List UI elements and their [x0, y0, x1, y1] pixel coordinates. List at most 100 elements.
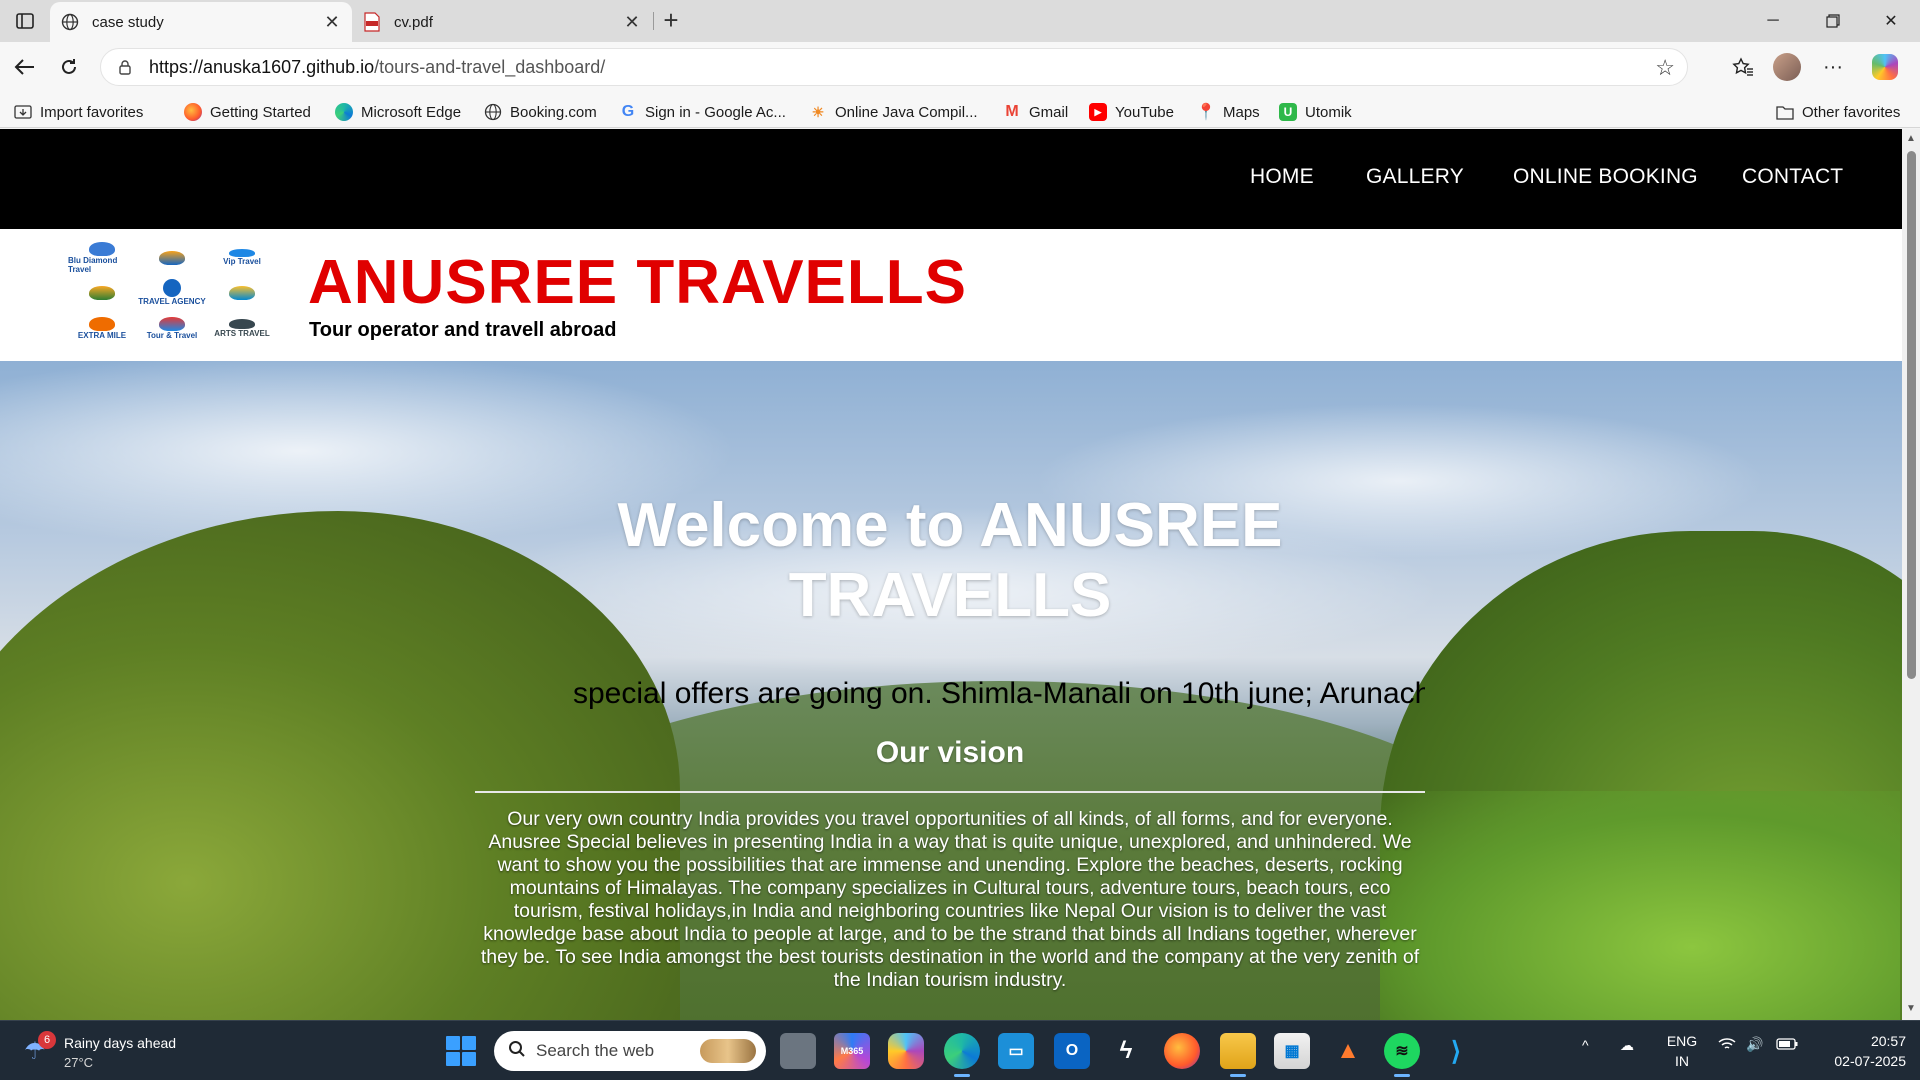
- fav-utomik[interactable]: U Utomik: [1279, 101, 1352, 123]
- back-arrow-icon: [14, 59, 34, 75]
- fav-label: Gmail: [1029, 103, 1069, 121]
- outlook-icon[interactable]: O: [1054, 1033, 1090, 1069]
- minimize-button[interactable]: ─: [1744, 0, 1802, 42]
- wifi-icon[interactable]: [1718, 1037, 1736, 1054]
- favorites-bar: Import favorites Getting Started Microso…: [0, 94, 1920, 128]
- favorite-star-icon[interactable]: ☆: [1655, 55, 1675, 81]
- meadow: [1380, 791, 1900, 1020]
- logo-travel-agency: TRAVEL AGENCY: [138, 276, 206, 309]
- clock-date: 02-07-2025: [1834, 1053, 1906, 1069]
- language-code: ENG: [1666, 1033, 1698, 1049]
- nav-home-link[interactable]: HOME: [1250, 165, 1314, 189]
- fav-import-favorites[interactable]: Import favorites: [14, 101, 143, 123]
- fav-gmail[interactable]: M Gmail: [1003, 101, 1068, 123]
- file-explorer-icon[interactable]: [1220, 1033, 1256, 1077]
- hero-section: Welcome to ANUSREE TRAVELLS special offe…: [0, 361, 1902, 1020]
- fav-other-favorites[interactable]: Other favorites: [1776, 101, 1900, 123]
- m365-icon[interactable]: M365: [834, 1033, 870, 1069]
- system-clock[interactable]: 20:57 02-07-2025: [1810, 1031, 1906, 1071]
- tab-cv-pdf[interactable]: cv.pdf ✕: [352, 2, 652, 42]
- tab-title: case study: [92, 13, 164, 31]
- remote-desktop-icon[interactable]: ▭: [998, 1033, 1034, 1069]
- site-navbar: HOME GALLERY ONLINE BOOKING CONTACT: [0, 129, 1902, 229]
- microsoft-store-icon[interactable]: ▦: [1274, 1033, 1310, 1069]
- fav-label: Maps: [1223, 103, 1260, 121]
- tab-title: cv.pdf: [394, 13, 433, 31]
- logo-sunset-beach: [138, 241, 206, 274]
- windows-taskbar: ☂ 6 Rainy days ahead 27°C Search the web…: [0, 1020, 1920, 1080]
- refresh-button[interactable]: [54, 52, 84, 82]
- fav-getting-started[interactable]: Getting Started: [184, 101, 311, 123]
- travel-logos-collage: Blu Diamond Travel Vip Travel TRAVEL AGE…: [68, 241, 276, 345]
- page-scrollbar[interactable]: ▲ ▼: [1902, 129, 1920, 1020]
- spotify-icon[interactable]: ≋: [1384, 1033, 1420, 1077]
- onedrive-icon[interactable]: ☁: [1620, 1037, 1634, 1054]
- folder-icon: [1776, 103, 1794, 121]
- scroll-up-icon[interactable]: ▲: [1905, 133, 1917, 145]
- firefox-app-icon[interactable]: [1164, 1033, 1200, 1069]
- restore-button[interactable]: [1804, 0, 1862, 42]
- url-path: /tours-and-travel_dashboard/: [374, 56, 606, 77]
- tab-case-study[interactable]: case study ✕: [50, 2, 352, 42]
- refresh-icon: [62, 59, 76, 74]
- nav-gallery-link[interactable]: GALLERY: [1366, 165, 1464, 189]
- close-tab-icon[interactable]: ✕: [322, 12, 342, 33]
- firefox-icon: [184, 103, 202, 121]
- avatar: [1773, 53, 1801, 81]
- vscode-icon[interactable]: ⟩: [1438, 1033, 1474, 1069]
- copilot-icon: [1872, 54, 1898, 80]
- copilot-button[interactable]: [1870, 52, 1900, 82]
- battery-icon[interactable]: [1776, 1037, 1798, 1053]
- fav-label: Online Java Compil...: [835, 103, 978, 121]
- show-hidden-icons-chevron-icon[interactable]: ^: [1582, 1037, 1589, 1053]
- offers-marquee: special offers are going on. Shimla-Mana…: [573, 673, 1425, 713]
- cursor-app-icon[interactable]: ϟ: [1108, 1033, 1144, 1069]
- edge-app-icon[interactable]: [944, 1033, 980, 1077]
- address-bar[interactable]: https://anuska1607.github.io/tours-and-t…: [100, 48, 1688, 86]
- taskbar-search[interactable]: Search the web: [494, 1031, 766, 1071]
- fav-maps[interactable]: 📍 Maps: [1196, 101, 1260, 123]
- nav-online-booking-link[interactable]: ONLINE BOOKING: [1513, 165, 1698, 189]
- fav-label: Import favorites: [40, 103, 144, 121]
- logo-tour-and-travel: Tour & Travel: [138, 312, 206, 345]
- fav-microsoft-edge[interactable]: Microsoft Edge: [335, 101, 461, 123]
- fav-label: Utomik: [1305, 103, 1352, 121]
- windows-logo-icon: [446, 1036, 460, 1050]
- favorites-icon[interactable]: [1728, 52, 1758, 82]
- nav-contact-link[interactable]: CONTACT: [1742, 165, 1843, 189]
- region-code: IN: [1675, 1053, 1689, 1069]
- fav-youtube[interactable]: ▶ YouTube: [1089, 101, 1174, 123]
- brand-subtitle: Tour operator and travell abroad: [309, 319, 617, 341]
- start-button[interactable]: [446, 1036, 476, 1066]
- more-menu-icon[interactable]: ···: [1818, 52, 1848, 82]
- site-info-icon[interactable]: [115, 57, 135, 77]
- browser-toolbar: https://anuska1607.github.io/tours-and-t…: [0, 42, 1920, 94]
- input-language-indicator[interactable]: ENG IN: [1664, 1031, 1700, 1071]
- globe-icon: [60, 12, 80, 32]
- vision-paragraph: Our very own country India provides you …: [480, 808, 1420, 991]
- tab-actions-button[interactable]: [12, 9, 38, 33]
- matlab-icon[interactable]: ▲: [1330, 1033, 1366, 1069]
- logo-arts-travel: ARTS TRAVEL: [208, 312, 276, 345]
- scroll-down-icon[interactable]: ▼: [1905, 1003, 1917, 1015]
- volume-icon[interactable]: 🔊: [1746, 1036, 1763, 1053]
- copilot-app-icon[interactable]: [888, 1033, 924, 1069]
- fav-google-signin[interactable]: G Sign in - Google Ac...: [619, 101, 786, 123]
- fav-booking[interactable]: Booking.com: [484, 101, 597, 123]
- close-window-button[interactable]: ✕: [1862, 0, 1920, 42]
- fav-label: Microsoft Edge: [361, 103, 462, 121]
- fav-label: YouTube: [1115, 103, 1174, 121]
- close-tab-icon[interactable]: ✕: [622, 12, 642, 33]
- weather-temperature: 27°C: [64, 1055, 94, 1070]
- hero-title: Welcome to ANUSREE TRAVELLS: [617, 491, 1283, 630]
- fav-label: Sign in - Google Ac...: [645, 103, 786, 121]
- edge-icon: [335, 103, 353, 121]
- weather-widget[interactable]: ☂ 6 Rainy days ahead 27°C: [24, 1031, 204, 1071]
- fav-online-java-compiler[interactable]: ☀ Online Java Compil...: [809, 101, 978, 123]
- new-tab-button[interactable]: +: [656, 6, 686, 36]
- profile-button[interactable]: [1772, 52, 1802, 82]
- back-button[interactable]: [10, 52, 40, 82]
- task-view-icon[interactable]: [780, 1033, 816, 1069]
- fav-label: Getting Started: [210, 103, 311, 121]
- scrollbar-thumb[interactable]: [1907, 151, 1916, 679]
